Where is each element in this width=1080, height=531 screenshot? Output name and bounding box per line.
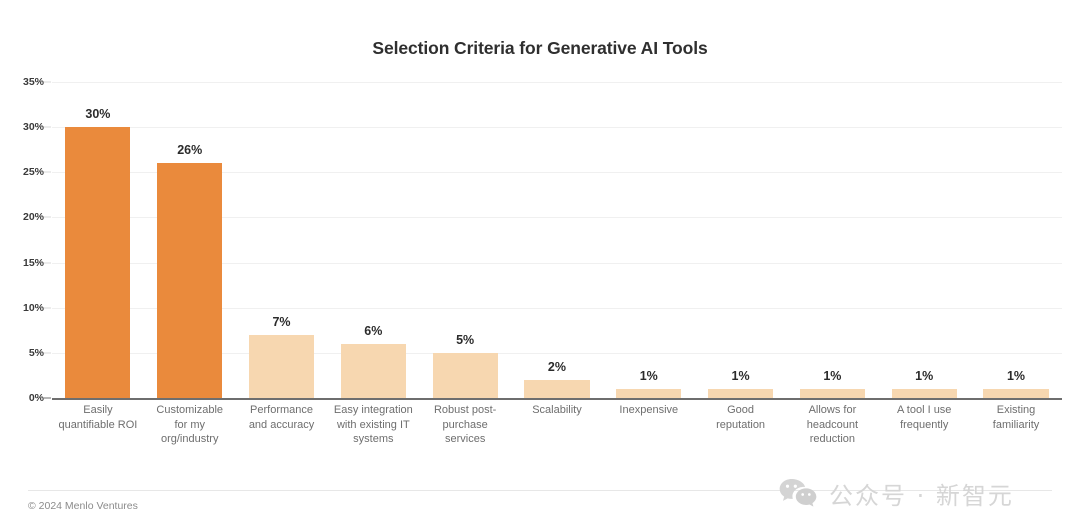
y-axis-tick-label: 20%: [22, 211, 44, 224]
bar-value-label: 5%: [456, 332, 475, 347]
bar-value-label: 26%: [177, 143, 203, 158]
copyright-credit: © 2024 Menlo Ventures: [28, 500, 138, 512]
x-axis-category-label: Existing familiarity: [992, 404, 1040, 431]
bar-value-label: 30%: [85, 107, 111, 122]
bar[interactable]: [248, 334, 315, 398]
y-axis: 0% 5% 10% 15% 20% 25% 30% 35%: [0, 76, 52, 404]
x-axis-category-label: A tool I use frequently: [897, 404, 952, 431]
y-axis-tick-label: 10%: [22, 301, 44, 314]
watermark: 公众号 · 新智元: [778, 476, 1014, 511]
bar[interactable]: [524, 379, 590, 398]
y-axis-tick-mark: [44, 216, 51, 218]
chart-page: Selection Criteria for Generative AI Too…: [0, 0, 1080, 531]
plot-area: 0% 5% 10% 15% 20% 25% 30% 35% 30% 26% 7% 6% 5% 2% 1% 1…: [0, 76, 1080, 404]
bar-value-label: 1%: [915, 368, 934, 383]
y-axis-tick-label: 0%: [28, 392, 44, 404]
bar-value-label: 7%: [272, 314, 291, 329]
y-axis-tick-mark: [44, 262, 51, 264]
watermark-text: 公众号 · 新智元: [829, 482, 1014, 510]
x-axis-category-label: Customizable for my org/industry: [156, 404, 224, 445]
bar[interactable]: [340, 343, 406, 398]
x-axis-category-label: Robust post- purchase services: [433, 404, 497, 445]
y-axis-tick-mark: [44, 126, 51, 128]
bar[interactable]: [616, 388, 682, 398]
wechat-icon: [778, 477, 818, 511]
bar-column[interactable]: 2%: [511, 82, 603, 398]
bar-column[interactable]: 7%: [236, 82, 328, 398]
x-axis-category-labels: Easily quantifiable ROI Customizable for …: [52, 403, 1062, 447]
bar-column[interactable]: 30%: [52, 82, 144, 398]
grid-area: 30% 26% 7% 6% 5% 2% 1% 1% 1% 1% 1%: [52, 82, 1062, 400]
bar[interactable]: [891, 388, 957, 398]
bar[interactable]: [157, 163, 223, 398]
x-axis-category-label: Inexpensive: [619, 404, 679, 416]
bar-value-label: 1%: [731, 368, 750, 383]
bar-column[interactable]: 1%: [787, 82, 879, 398]
bar-value-label: 6%: [364, 323, 383, 338]
y-axis-tick-mark: [44, 397, 51, 399]
bar[interactable]: [65, 127, 131, 398]
y-axis-tick-label: 15%: [22, 256, 44, 269]
x-axis-category-label: Performance and accuracy: [248, 404, 315, 431]
bar-value-label: 2%: [547, 359, 566, 374]
bar[interactable]: [983, 388, 1049, 398]
bar-value-label: 1%: [823, 368, 842, 383]
bar-column[interactable]: 5%: [419, 82, 511, 398]
bar[interactable]: [799, 388, 865, 398]
bar-column[interactable]: 1%: [695, 82, 787, 398]
x-axis-category-label: Easily quantifiable ROI: [58, 404, 138, 431]
x-axis-category-label: Easy integration with existing IT system…: [333, 404, 413, 445]
y-axis-tick-label: 35%: [22, 76, 44, 88]
y-axis-tick-label: 25%: [22, 166, 44, 179]
bar-column[interactable]: 26%: [144, 82, 236, 398]
y-axis-tick-mark: [44, 352, 51, 354]
bar-value-label: 1%: [1006, 368, 1026, 383]
bar[interactable]: [432, 352, 498, 398]
bar-series: 30% 26% 7% 6% 5% 2% 1% 1% 1% 1% 1%: [52, 82, 1062, 398]
page-title: Selection Criteria for Generative AI Too…: [372, 38, 708, 58]
x-axis-category-label: Good reputation: [716, 404, 766, 431]
bar[interactable]: [708, 388, 774, 398]
bar-column[interactable]: 6%: [327, 82, 419, 398]
y-axis-tick-mark: [44, 81, 51, 83]
axis-baseline: [52, 398, 1062, 400]
x-axis-category-label: Scalability: [532, 404, 582, 416]
bar-column[interactable]: 1%: [603, 82, 695, 398]
x-axis-category-label: Allows for headcount reduction: [806, 404, 859, 445]
bar-value-label: 1%: [639, 368, 658, 383]
bar-column[interactable]: 1%: [970, 82, 1062, 398]
y-axis-tick-label: 5%: [28, 346, 44, 359]
y-axis-tick-mark: [44, 171, 51, 173]
bar-column[interactable]: 1%: [878, 82, 970, 398]
y-axis-tick-mark: [44, 307, 51, 309]
y-axis-tick-label: 30%: [22, 121, 44, 134]
